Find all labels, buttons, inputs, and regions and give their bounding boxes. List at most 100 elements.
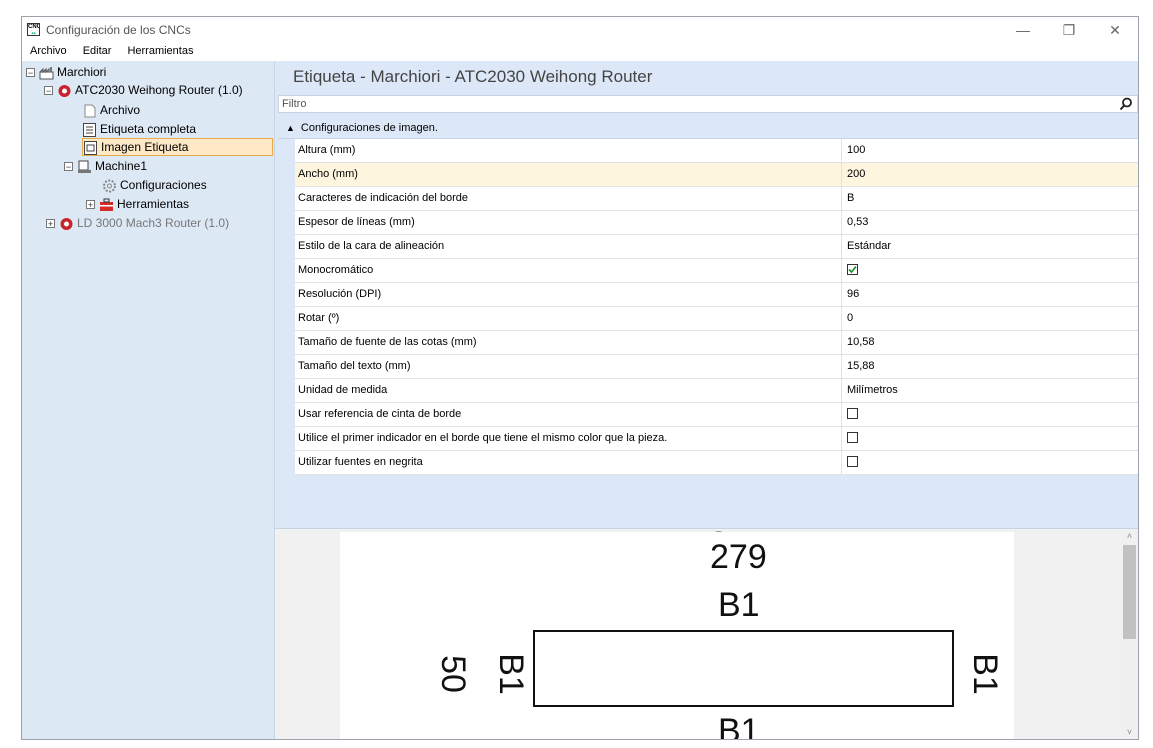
tree-node-ld3000[interactable]: + LD 3000 Mach3 Router (1.0)	[46, 214, 229, 232]
property-checkbox[interactable]	[847, 263, 858, 275]
label-image-icon	[83, 140, 98, 155]
collapse-icon[interactable]: −	[64, 162, 73, 172]
column-separator[interactable]	[841, 283, 842, 306]
property-checkbox[interactable]	[847, 407, 858, 419]
scroll-up-icon[interactable]: ˄	[1121, 529, 1138, 543]
property-value[interactable]: 100	[847, 144, 865, 156]
tree-label-archivo: Archivo	[100, 103, 141, 117]
tree-node-atc2030[interactable]: − ATC2030 Weihong Router (1.0)	[44, 81, 243, 99]
expand-icon[interactable]: +	[86, 200, 95, 210]
tree-node-machine1[interactable]: − Machine1	[64, 157, 147, 175]
row-gutter	[278, 331, 295, 355]
tree-node-configuraciones[interactable]: Configuraciones	[102, 176, 207, 194]
close-button[interactable]: ✕	[1092, 17, 1138, 43]
tree-node-herramientas[interactable]: + Herramientas	[86, 195, 189, 213]
property-value-cell[interactable]	[847, 451, 858, 473]
property-value-cell[interactable]: 96	[847, 283, 859, 305]
property-value[interactable]: 0,53	[847, 216, 868, 228]
category-header[interactable]: ▲ Configuraciones de imagen.	[278, 119, 1138, 139]
property-value-cell[interactable]: 200	[847, 163, 865, 185]
menu-herramientas[interactable]: Herramientas	[119, 43, 201, 60]
property-value-cell[interactable]	[847, 427, 858, 449]
column-separator[interactable]	[841, 427, 842, 450]
menu-archivo[interactable]: Archivo	[22, 43, 75, 60]
row-gutter	[278, 259, 295, 283]
property-row[interactable]: Utilice el primer indicador en el borde …	[278, 427, 1138, 451]
scroll-down-icon[interactable]: ˅	[1121, 725, 1138, 739]
expand-icon[interactable]: +	[46, 219, 55, 229]
property-row[interactable]: Espesor de líneas (mm) 0,53	[278, 211, 1138, 235]
tree-node-marchiori[interactable]: − Marchiori	[26, 63, 106, 81]
property-row[interactable]: Rotar (º) 0	[278, 307, 1138, 331]
column-separator[interactable]	[841, 307, 842, 330]
property-row[interactable]: Altura (mm) 100	[278, 139, 1138, 163]
filter-input[interactable]: Filtro	[278, 95, 1138, 113]
property-name: Ancho (mm)	[298, 168, 358, 180]
property-value-cell[interactable]: 15,88	[847, 355, 875, 377]
property-grid: ▲ Configuraciones de imagen. Altura (mm) 1…	[278, 119, 1138, 475]
property-checkbox[interactable]	[847, 455, 858, 467]
property-row[interactable]: Estilo de la cara de alineación Estándar	[278, 235, 1138, 259]
property-name: Espesor de líneas (mm)	[298, 216, 415, 228]
property-row[interactable]: Tamaño de fuente de las cotas (mm) 10,58	[278, 331, 1138, 355]
property-value-cell[interactable]: Milímetros	[847, 379, 898, 401]
tree-label-machine1: Machine1	[95, 159, 148, 173]
property-row[interactable]: Ancho (mm) 200	[278, 163, 1138, 187]
property-value[interactable]: 96	[847, 288, 859, 300]
vertical-scrollbar[interactable]: ˄ ˅	[1121, 529, 1138, 739]
tree-node-imagen-etiqueta[interactable]: Imagen Etiqueta	[82, 138, 273, 156]
property-value[interactable]: 0	[847, 312, 853, 324]
column-separator[interactable]	[841, 331, 842, 354]
property-value[interactable]: 200	[847, 168, 865, 180]
property-value-cell[interactable]: 0,53	[847, 211, 868, 233]
column-separator[interactable]	[841, 235, 842, 258]
property-value[interactable]: B	[847, 192, 854, 204]
property-value[interactable]: 15,88	[847, 360, 875, 372]
menu-editar[interactable]: Editar	[75, 43, 120, 60]
minimize-button[interactable]: —	[1000, 17, 1046, 43]
property-value[interactable]: Estándar	[847, 240, 891, 252]
property-value-cell[interactable]	[847, 403, 858, 425]
property-row[interactable]: Monocromático	[278, 259, 1138, 283]
property-value-cell[interactable]: 10,58	[847, 331, 875, 353]
collapse-icon[interactable]: −	[44, 86, 53, 96]
property-value-cell[interactable]: 100	[847, 139, 865, 161]
collapse-icon[interactable]: −	[26, 68, 35, 78]
column-separator[interactable]	[841, 211, 842, 234]
property-name: Utilice el primer indicador en el borde …	[298, 432, 668, 444]
file-icon	[82, 104, 97, 118]
category-label: Configuraciones de imagen.	[300, 122, 438, 134]
column-separator[interactable]	[841, 187, 842, 210]
property-row[interactable]: Utilizar fuentes en negrita	[278, 451, 1138, 475]
property-row[interactable]: Tamaño del texto (mm) 15,88	[278, 355, 1138, 379]
property-row[interactable]: Unidad de medida Milímetros	[278, 379, 1138, 403]
property-row[interactable]: Resolución (DPI) 96	[278, 283, 1138, 307]
maximize-button[interactable]: ❐	[1046, 17, 1092, 43]
property-value-cell[interactable]: B	[847, 187, 854, 209]
property-row[interactable]: Caracteres de indicación del borde B	[278, 187, 1138, 211]
column-separator[interactable]	[841, 163, 842, 186]
row-gutter	[278, 355, 295, 379]
chevron-up-icon[interactable]: ▲	[286, 119, 295, 138]
property-value[interactable]: 10,58	[847, 336, 875, 348]
property-name: Monocromático	[298, 264, 374, 276]
gear-icon	[102, 179, 117, 193]
tree-node-etiqueta-completa[interactable]: Etiqueta completa	[82, 120, 196, 138]
router-icon	[57, 84, 72, 98]
column-separator[interactable]	[841, 139, 842, 162]
property-value-cell[interactable]	[847, 259, 858, 281]
tree-node-archivo[interactable]: Archivo	[82, 101, 140, 119]
column-separator[interactable]	[841, 451, 842, 474]
column-separator[interactable]	[841, 403, 842, 426]
column-separator[interactable]	[841, 355, 842, 378]
scroll-thumb[interactable]	[1123, 545, 1136, 639]
property-name: Usar referencia de cinta de borde	[298, 408, 462, 420]
property-value-cell[interactable]: Estándar	[847, 235, 891, 257]
search-icon[interactable]	[1119, 97, 1133, 111]
property-value-cell[interactable]: 0	[847, 307, 853, 329]
property-row[interactable]: Usar referencia de cinta de borde	[278, 403, 1138, 427]
property-checkbox[interactable]	[847, 431, 858, 443]
property-value[interactable]: Milímetros	[847, 384, 898, 396]
column-separator[interactable]	[841, 259, 842, 282]
column-separator[interactable]	[841, 379, 842, 402]
